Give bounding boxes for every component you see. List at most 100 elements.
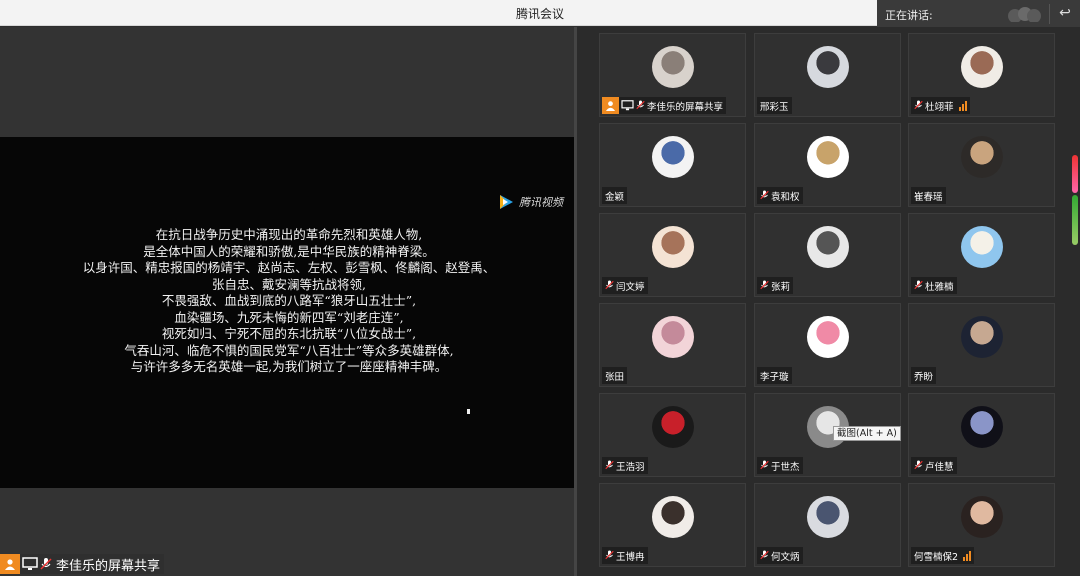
mic-muted-icon xyxy=(914,276,923,295)
mic-muted-icon xyxy=(636,96,645,115)
participant-tile[interactable]: 闫文婷 xyxy=(599,213,746,297)
screen-share-icon xyxy=(621,96,634,115)
mic-muted-icon xyxy=(760,276,769,295)
participant-name-bar: 袁和权 xyxy=(757,187,803,204)
sharer-name: 李佳乐的屏幕共享 xyxy=(56,558,161,574)
screenshot-tooltip: 截图(Alt + A) xyxy=(833,426,901,441)
share-text-line: 与许许多多无名英雄一起,为我们树立了一座座精神丰碑。 xyxy=(130,359,448,374)
avatar xyxy=(652,136,694,178)
avatar xyxy=(961,316,1003,358)
share-text-line: 张自忠、戴安澜等抗战将领, xyxy=(212,276,366,292)
avatar xyxy=(961,136,1003,178)
avatar xyxy=(807,316,849,358)
share-text-line: 在抗日战争历史中涌现出的革命先烈和英雄人物, xyxy=(155,227,423,242)
scrollbar-track[interactable] xyxy=(1072,195,1078,245)
mic-muted-icon xyxy=(605,276,614,295)
signal-strength-icon xyxy=(963,550,972,561)
avatar xyxy=(807,226,849,268)
participant-tile[interactable]: 张莉 xyxy=(754,213,901,297)
mic-icon xyxy=(40,558,52,570)
avatar xyxy=(961,496,1003,538)
avatar xyxy=(652,226,694,268)
participant-name: 卢佳慧 xyxy=(925,461,954,473)
collapse-icon[interactable]: ↩ xyxy=(1056,4,1074,22)
participant-name-bar: 闫文婷 xyxy=(602,277,648,294)
participant-tile[interactable]: 袁和权 xyxy=(754,123,901,207)
participant-name: 闫文婷 xyxy=(616,281,645,293)
mic-muted-icon xyxy=(605,546,614,565)
participant-tile[interactable]: 乔盼 xyxy=(908,303,1055,387)
screen-share-icon xyxy=(22,557,38,570)
mic-muted-icon xyxy=(914,96,923,115)
speaking-label: 正在讲话: xyxy=(885,9,933,22)
participant-name-bar: 金颖 xyxy=(602,187,628,204)
participant-name: 杜雅楠 xyxy=(925,281,954,293)
participant-name: 李佳乐的屏幕共享 xyxy=(647,101,724,113)
participant-tile[interactable]: 金颖 xyxy=(599,123,746,207)
participant-tile[interactable]: 何文炳 xyxy=(754,483,901,567)
participant-name-bar: 杜翊菲 xyxy=(911,97,970,114)
participant-tile[interactable]: 邢彩玉 xyxy=(754,33,901,117)
participant-name-bar: 张田 xyxy=(602,367,628,384)
participant-tile[interactable]: 王浩羽 xyxy=(599,393,746,477)
scrollbar-thumb[interactable] xyxy=(1072,155,1078,193)
participant-tile[interactable]: 杜翊菲 xyxy=(908,33,1055,117)
participant-tile[interactable]: 卢佳慧 xyxy=(908,393,1055,477)
participant-tile[interactable]: 何雪楠保2 xyxy=(908,483,1055,567)
participant-name-bar: 杜雅楠 xyxy=(911,277,957,294)
mic-muted-icon xyxy=(914,456,923,475)
participant-tile[interactable]: 李子璇 xyxy=(754,303,901,387)
participant-name: 何雪楠保2 xyxy=(914,551,959,563)
participant-tile[interactable]: 崔春瑶 xyxy=(908,123,1055,207)
participant-name: 崔春瑶 xyxy=(914,191,943,203)
tencent-meeting-window: 腾讯会议 正在讲话: ↩ 腾讯视频 在抗日战争历史中涌现出的革命先烈和英雄人物,… xyxy=(0,0,1080,576)
mic-muted-icon xyxy=(760,546,769,565)
participant-name-bar: 张莉 xyxy=(757,276,794,295)
share-text-line: 气吞山河、临危不惧的国民党军“八百壮士”等众多英雄群体, xyxy=(124,342,454,358)
share-text-block: 在抗日战争历史中涌现出的革命先烈和英雄人物, 是全体中国人的荣耀和骄傲,是中华民族… xyxy=(64,227,514,376)
host-user-icon xyxy=(0,554,20,574)
participant-name-bar: 卢佳慧 xyxy=(911,457,957,474)
participant-name-bar: 何文炳 xyxy=(757,547,803,564)
participant-name-bar: 何雪楠保2 xyxy=(911,547,975,564)
participant-name: 张田 xyxy=(605,371,625,383)
host-user-icon xyxy=(602,97,619,114)
share-text-line: 血染疆场、九死未悔的新四军“刘老庄连”, xyxy=(174,309,404,325)
share-text-line: 不畏强敌、血战到底的八路军“狼牙山五壮士”, xyxy=(161,293,417,308)
participant-name-bar: 李子璇 xyxy=(757,367,792,384)
mouse-cursor-icon xyxy=(467,409,470,414)
signal-strength-icon xyxy=(958,100,967,111)
participant-name-bar: 王博冉 xyxy=(602,547,648,564)
participant-name: 王博冉 xyxy=(616,551,645,563)
mic-muted-icon xyxy=(605,456,614,475)
mic-muted-icon xyxy=(760,456,769,475)
participant-name-bar: 王浩羽 xyxy=(602,457,648,474)
participant-grid: 李佳乐的屏幕共享 邢彩玉 杜翊菲金颖 袁和权 崔春瑶闫文婷 张莉 杜雅楠张田 李子璇 乔盼王浩羽… xyxy=(577,27,1080,576)
participant-tile[interactable]: 杜雅楠 xyxy=(908,213,1055,297)
avatar xyxy=(961,406,1003,448)
participant-tile[interactable]: 李佳乐的屏幕共享 xyxy=(599,33,746,117)
participant-tile[interactable]: 王博冉 xyxy=(599,483,746,567)
participant-name-bar: 崔春瑶 xyxy=(911,187,946,204)
participant-name: 李子璇 xyxy=(760,371,789,383)
participant-name-bar: 乔盼 xyxy=(911,367,937,384)
participant-name: 王浩羽 xyxy=(616,461,645,473)
participant-tile[interactable]: 张田 xyxy=(599,303,746,387)
participant-name: 袁和权 xyxy=(771,191,800,203)
speaking-divider xyxy=(1049,4,1050,24)
shared-video: 腾讯视频 在抗日战争历史中涌现出的革命先烈和英雄人物, 是全体中国人的荣耀和骄傲,… xyxy=(0,137,574,488)
participant-name-bar: 邢彩玉 xyxy=(757,97,792,114)
participant-name: 金颖 xyxy=(605,191,625,203)
avatar xyxy=(961,46,1003,88)
volume-scrollbar[interactable] xyxy=(1072,155,1078,245)
avatar xyxy=(807,46,849,88)
speaking-indicator: 正在讲话: ↩ xyxy=(877,0,1080,28)
avatar xyxy=(807,496,849,538)
share-text-line: 视死如归、宁死不屈的东北抗联“八位女战士”, xyxy=(161,326,417,341)
avatar xyxy=(652,406,694,448)
share-text-line: 以身许国、精忠报国的杨靖宇、赵尚志、左权、彭雪枫、佟麟阁、赵登禹、 xyxy=(82,260,496,275)
avatar xyxy=(652,496,694,538)
avatar xyxy=(652,46,694,88)
speaker-avatars-icon xyxy=(1008,7,1041,22)
participant-name: 何文炳 xyxy=(771,551,800,563)
